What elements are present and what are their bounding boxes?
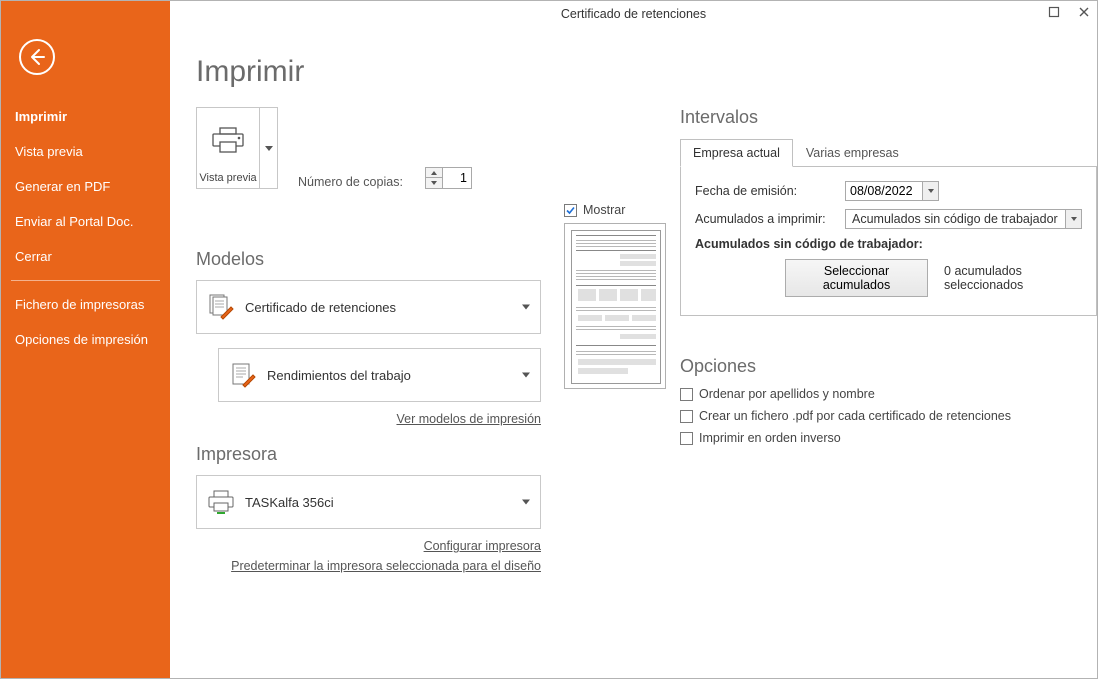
configure-printer-link[interactable]: Configurar impresora [424, 539, 541, 553]
sidebar-separator [11, 280, 160, 281]
copies-down-button[interactable] [426, 178, 442, 188]
preview-dropdown-button[interactable] [259, 108, 277, 188]
option-reverse-order-label: Imprimir en orden inverso [699, 431, 841, 445]
printer-name-label: TASKalfa 356ci [245, 495, 530, 510]
window-close-button[interactable] [1077, 5, 1091, 19]
copies-up-button[interactable] [426, 168, 442, 178]
sidebar-item-close[interactable]: Cerrar [1, 239, 170, 274]
sidebar-item-pdf[interactable]: Generar en PDF [1, 169, 170, 204]
sidebar-item-portal[interactable]: Enviar al Portal Doc. [1, 204, 170, 239]
document-preview[interactable] [564, 223, 666, 389]
checkbox-empty-icon [680, 388, 693, 401]
checkbox-empty-icon [680, 410, 693, 423]
copies-spinner[interactable] [425, 167, 472, 189]
option-pdf-per-cert-label: Crear un fichero .pdf por cada certifica… [699, 409, 1011, 423]
default-printer-link[interactable]: Predeterminar la impresora seleccionada … [231, 559, 541, 573]
emit-date-input[interactable] [846, 184, 922, 198]
show-preview-checkbox[interactable]: Mostrar [564, 203, 694, 217]
accumulated-selected-count: 0 acumulados seleccionados [944, 264, 1082, 292]
intervals-panel: Fecha de emisión: Acumulados a imprimir:… [680, 167, 1097, 316]
accumulated-combo[interactable]: Acumulados sin código de trabajador [845, 209, 1082, 229]
copies-input[interactable] [443, 168, 471, 188]
tab-empresa-actual[interactable]: Empresa actual [680, 139, 793, 167]
document-pencil-icon [229, 361, 257, 389]
model-rendimientos-label: Rendimientos del trabajo [267, 368, 530, 383]
accumulated-no-code-label: Acumulados sin código de trabajador: [695, 237, 1082, 251]
model-certificado-label: Certificado de retenciones [245, 300, 530, 315]
models-section-title: Modelos [196, 249, 541, 270]
emit-date-label: Fecha de emisión: [695, 184, 845, 198]
emit-date-dropdown-button[interactable] [922, 182, 938, 200]
preview-button[interactable]: Vista previa [196, 107, 278, 189]
checkbox-checked-icon [564, 204, 577, 217]
window-title: Certificado de retenciones [561, 7, 706, 21]
intervals-section-title: Intervalos [680, 107, 1097, 128]
options-section-title: Opciones [680, 356, 1097, 377]
back-button[interactable] [19, 39, 55, 75]
sidebar: Imprimir Vista previa Generar en PDF Env… [1, 1, 170, 678]
document-pencil-icon [207, 293, 235, 321]
tab-varias-empresas[interactable]: Varias empresas [793, 139, 912, 167]
sidebar-item-print[interactable]: Imprimir [1, 99, 170, 134]
chevron-down-icon [522, 500, 530, 505]
sidebar-item-print-options[interactable]: Opciones de impresión [1, 322, 170, 357]
chevron-down-icon [522, 373, 530, 378]
accumulated-combo-value: Acumulados sin código de trabajador [846, 212, 1065, 226]
emit-date-field[interactable] [845, 181, 939, 201]
option-order-by-name-label: Ordenar por apellidos y nombre [699, 387, 875, 401]
model-rendimientos[interactable]: Rendimientos del trabajo [218, 348, 541, 402]
option-order-by-name-checkbox[interactable]: Ordenar por apellidos y nombre [680, 387, 1097, 401]
copies-label: Número de copias: [298, 175, 403, 189]
printer-icon [211, 126, 245, 154]
option-pdf-per-cert-checkbox[interactable]: Crear un fichero .pdf por cada certifica… [680, 409, 1097, 423]
option-reverse-order-checkbox[interactable]: Imprimir en orden inverso [680, 431, 1097, 445]
printer-section-title: Impresora [196, 444, 541, 465]
intervals-tabs: Empresa actual Varias empresas [680, 138, 1097, 167]
window-restore-button[interactable] [1047, 5, 1061, 19]
accumulated-label: Acumulados a imprimir: [695, 212, 845, 226]
sidebar-item-preview[interactable]: Vista previa [1, 134, 170, 169]
printer-icon [207, 488, 235, 516]
sidebar-item-printers-file[interactable]: Fichero de impresoras [1, 287, 170, 322]
model-certificado[interactable]: Certificado de retenciones [196, 280, 541, 334]
select-accumulated-button[interactable]: Seleccionar acumulados [785, 259, 928, 297]
checkbox-empty-icon [680, 432, 693, 445]
accumulated-combo-dropdown-button[interactable] [1065, 210, 1081, 228]
show-preview-label: Mostrar [583, 203, 625, 217]
view-models-link[interactable]: Ver modelos de impresión [396, 412, 541, 426]
printer-selector[interactable]: TASKalfa 356ci [196, 475, 541, 529]
chevron-down-icon [522, 305, 530, 310]
